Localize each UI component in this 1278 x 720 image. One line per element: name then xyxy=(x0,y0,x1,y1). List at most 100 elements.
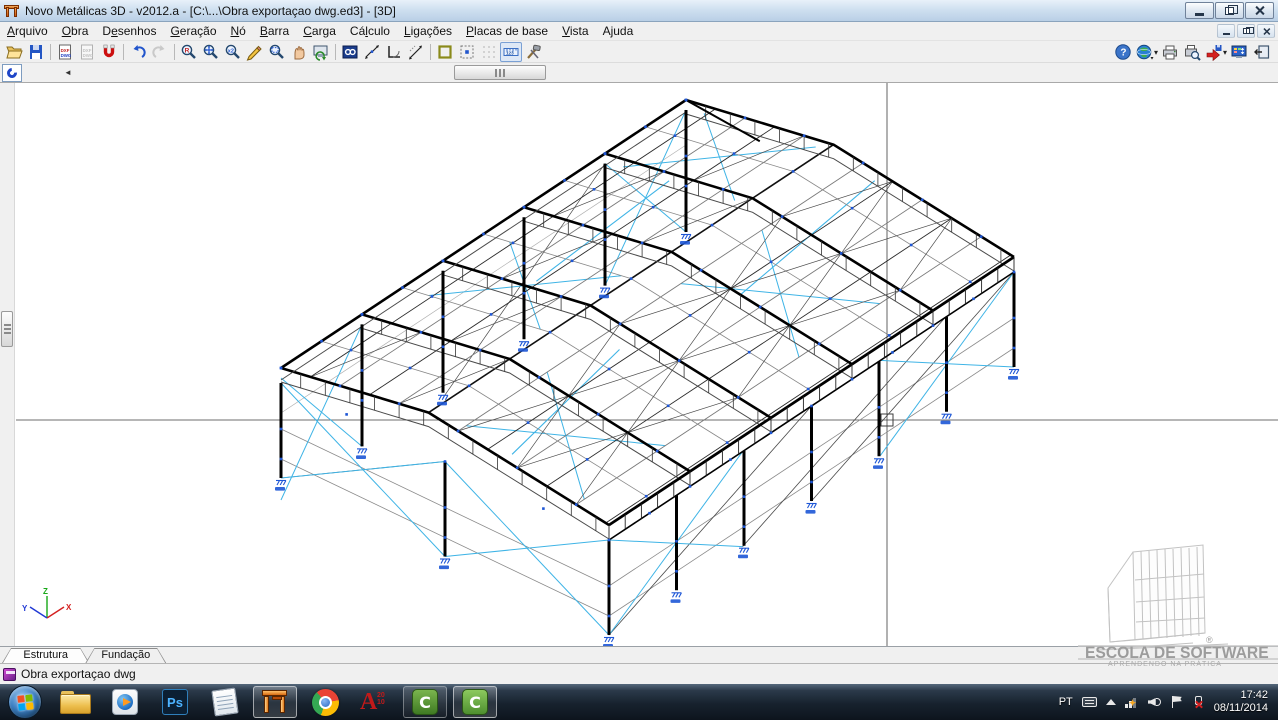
taskbar-item-camtasia-recorder[interactable]: C xyxy=(453,686,497,718)
taskbar-item-camtasia[interactable]: C xyxy=(403,686,447,718)
mdi-close-button[interactable] xyxy=(1257,24,1275,38)
menu-item-carga[interactable]: Carga xyxy=(296,22,343,40)
dim-angle-icon[interactable] xyxy=(383,42,405,62)
tab-estrutura[interactable]: Estrutura xyxy=(2,648,89,663)
open-icon[interactable] xyxy=(3,42,25,62)
taskbar-item-photoshop[interactable]: Ps xyxy=(153,686,197,718)
application-window: Novo Metálicas 3D - v2012.a - [C:\...\Ob… xyxy=(0,0,1278,720)
taskbar-clock[interactable]: 17:42 08/11/2014 xyxy=(1214,689,1268,715)
menu-item-cálculo[interactable]: Cálculo xyxy=(343,22,397,40)
left-panel-grip-handle[interactable] xyxy=(1,311,13,347)
language-indicator[interactable]: PT xyxy=(1059,696,1073,708)
zoom-pencil-icon[interactable] xyxy=(244,42,266,62)
toolbar-separator xyxy=(50,44,51,60)
svg-text:R: R xyxy=(185,47,190,54)
tray-date: 08/11/2014 xyxy=(1214,702,1268,715)
mdi-restore-button[interactable] xyxy=(1237,24,1255,38)
menu-item-vista[interactable]: Vista xyxy=(555,22,595,40)
search-window-icon[interactable] xyxy=(339,42,361,62)
window-title: Novo Metálicas 3D - v2012.a - [C:\...\Ob… xyxy=(25,4,396,18)
close-button[interactable] xyxy=(1245,2,1274,19)
svg-text:?: ? xyxy=(1120,47,1126,58)
safely-remove-icon[interactable] xyxy=(1192,696,1205,708)
menu-item-placas-de-base[interactable]: Placas de base xyxy=(459,22,555,40)
pan-hand-icon[interactable] xyxy=(288,42,310,62)
dim-display-icon[interactable]: 123 xyxy=(500,42,522,62)
dxf-export-icon: DXFDWG xyxy=(76,42,98,62)
svg-text:DWG: DWG xyxy=(61,53,72,58)
magnet-icon[interactable] xyxy=(98,42,120,62)
3d-viewport[interactable]: ZXY xyxy=(0,83,1278,646)
network-icon[interactable]: ✦ xyxy=(1125,697,1139,708)
menu-item-geração[interactable]: Geração xyxy=(163,22,223,40)
collapse-arrow-icon[interactable]: ◄ xyxy=(64,68,72,77)
exit-window-icon[interactable] xyxy=(1250,42,1272,62)
undo-icon[interactable] xyxy=(127,42,149,62)
zoom-extents-icon[interactable] xyxy=(200,42,222,62)
dxf-import-icon[interactable]: DXFDWG xyxy=(54,42,76,62)
svg-text:x2: x2 xyxy=(228,48,234,54)
ortho-square-icon[interactable] xyxy=(434,42,456,62)
monitor-refresh-icon[interactable] xyxy=(310,42,332,62)
show-hidden-icon[interactable] xyxy=(1106,699,1116,705)
tray-time: 17:42 xyxy=(1214,689,1268,702)
taskbar-item-metalicas-3d[interactable] xyxy=(253,686,297,718)
svg-text:123: 123 xyxy=(506,50,514,55)
menu-item-ligações[interactable]: Ligações xyxy=(397,22,459,40)
menu-item-arquivo[interactable]: Arquivo xyxy=(0,22,55,40)
dim-measure-icon[interactable] xyxy=(405,42,427,62)
taskbar-item-autocad[interactable]: A2010 xyxy=(353,686,397,718)
print-preview-icon[interactable] xyxy=(1181,42,1203,62)
help-icon[interactable]: ? xyxy=(1112,42,1134,62)
svg-text:DWG: DWG xyxy=(83,53,94,58)
structure-members: ZXY xyxy=(16,83,1278,646)
taskbar-item-explorer[interactable] xyxy=(53,686,97,718)
panel-row: ◄ xyxy=(0,63,1278,83)
windows-flag-icon xyxy=(17,694,35,712)
view-undo-icon[interactable] xyxy=(2,64,22,82)
app-logo-icon xyxy=(4,4,20,18)
menu-bar: ArquivoObraDesenhosGeraçãoNóBarraCargaCá… xyxy=(0,22,1278,41)
globe-icon[interactable] xyxy=(1134,42,1156,62)
snap-center-icon[interactable] xyxy=(456,42,478,62)
toolbar-separator xyxy=(174,44,175,60)
save-icon[interactable] xyxy=(25,42,47,62)
keyboard-icon[interactable] xyxy=(1082,697,1097,707)
volume-icon[interactable] xyxy=(1148,696,1162,708)
menu-item-desenhos[interactable]: Desenhos xyxy=(95,22,163,40)
book-icon xyxy=(3,668,16,681)
printer-icon[interactable] xyxy=(1159,42,1181,62)
taskbar-item-media-player[interactable] xyxy=(103,686,147,718)
menu-item-barra[interactable]: Barra xyxy=(253,22,296,40)
zoom-x2-icon[interactable]: x2 xyxy=(222,42,244,62)
dropdown-arrow-icon[interactable]: ▾ xyxy=(1223,48,1227,62)
title-bar[interactable]: Novo Metálicas 3D - v2012.a - [C:\...\Ob… xyxy=(0,0,1278,22)
zoom-window-icon[interactable] xyxy=(266,42,288,62)
taskbar-item-chrome[interactable] xyxy=(303,686,347,718)
screen-config-icon[interactable] xyxy=(1228,42,1250,62)
3d-structure-view[interactable]: ZXY xyxy=(16,83,1278,646)
tab-fundação[interactable]: Fundação xyxy=(85,648,166,663)
dim-move-icon[interactable] xyxy=(361,42,383,62)
taskbar-item-notepad[interactable] xyxy=(203,686,247,718)
status-bar: Obra exportaçao dwg xyxy=(0,663,1278,684)
minimize-button[interactable] xyxy=(1185,2,1214,19)
svg-text:X: X xyxy=(66,603,72,612)
top-panel-grip-handle[interactable] xyxy=(454,65,546,80)
redo-icon xyxy=(149,42,171,62)
export-red-icon[interactable] xyxy=(1203,42,1225,62)
restore-button[interactable] xyxy=(1215,2,1244,19)
mdi-minimize-button[interactable] xyxy=(1217,24,1235,38)
dropdown-arrow-icon[interactable]: ▾ xyxy=(1154,48,1158,62)
menu-item-nó[interactable]: Nó xyxy=(224,22,253,40)
menu-item-ajuda[interactable]: Ajuda xyxy=(596,22,641,40)
system-tray: PT ✦ 17:42 08/11/2014 xyxy=(1059,689,1278,715)
actioncenter-flag-icon[interactable] xyxy=(1171,696,1183,708)
status-text: Obra exportaçao dwg xyxy=(21,667,136,681)
menu-item-obra[interactable]: Obra xyxy=(55,22,96,40)
tools-hammer-icon[interactable] xyxy=(522,42,544,62)
svg-text:Y: Y xyxy=(22,604,28,613)
start-button[interactable] xyxy=(8,685,42,719)
zoom-redraw-icon[interactable]: R xyxy=(178,42,200,62)
windows-taskbar: PsA2010CC PT ✦ 17:42 08/11/2014 xyxy=(0,684,1278,720)
